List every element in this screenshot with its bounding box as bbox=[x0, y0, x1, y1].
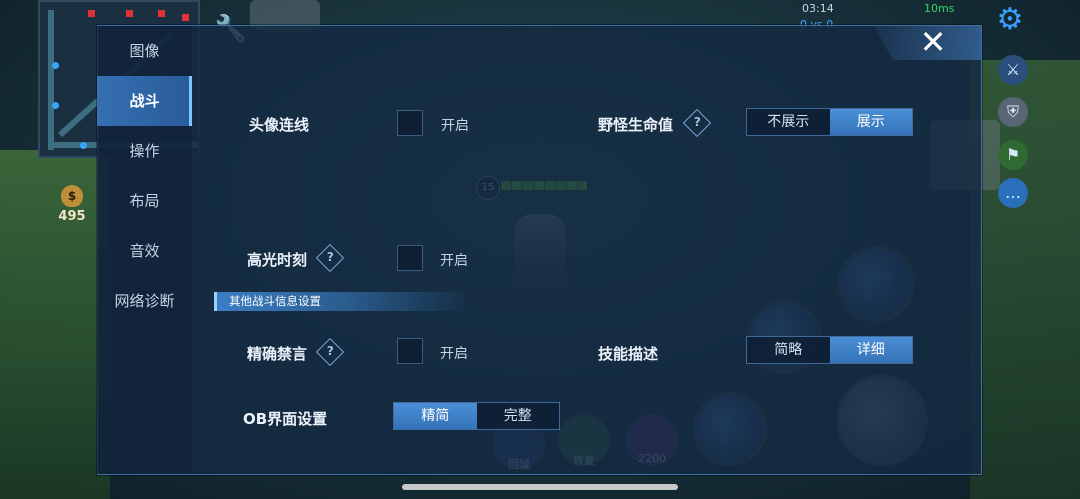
skill-desc-option-detailed[interactable]: 详细 bbox=[829, 337, 912, 363]
ob-ui-label: OB界面设置 bbox=[243, 410, 328, 428]
tab-controls[interactable]: 操作 bbox=[97, 126, 192, 176]
minimap-lane bbox=[48, 10, 54, 150]
minimap-ally-tower bbox=[80, 142, 87, 149]
tab-image[interactable]: 图像 bbox=[97, 26, 192, 76]
tab-sound[interactable]: 音效 bbox=[97, 226, 192, 276]
minimap-enemy-tower bbox=[158, 10, 165, 17]
highlight-checkbox[interactable] bbox=[397, 245, 423, 271]
gold-counter[interactable]: $ 495 bbox=[52, 185, 92, 229]
section-title: 其他战斗信息设置 bbox=[214, 292, 470, 311]
home-indicator[interactable] bbox=[402, 484, 678, 490]
tab-battle[interactable]: 战斗 bbox=[97, 76, 192, 126]
minimap-enemy-tower bbox=[88, 10, 95, 17]
chat-icon[interactable]: … bbox=[998, 178, 1028, 208]
monster-hp-option-hide[interactable]: 不展示 bbox=[747, 109, 830, 135]
precise-mute-label: 精确禁言 bbox=[247, 345, 308, 363]
monster-hp-label: 野怪生命值 bbox=[598, 116, 674, 134]
sword-icon[interactable]: ⚔ bbox=[998, 55, 1028, 85]
avatar-link-checkbox[interactable] bbox=[397, 110, 423, 136]
avatar-link-checkbox-label: 开启 bbox=[441, 118, 469, 134]
gold-amount: 495 bbox=[58, 209, 86, 224]
skill-desc-toggle: 简略 详细 bbox=[746, 336, 913, 364]
flag-icon[interactable]: ⚑ bbox=[998, 140, 1028, 170]
close-icon[interactable]: ✕ bbox=[916, 26, 950, 58]
monster-hp-option-show[interactable]: 展示 bbox=[829, 109, 912, 135]
minimap-ally-tower bbox=[52, 102, 59, 109]
tab-layout[interactable]: 布局 bbox=[97, 176, 192, 226]
ob-ui-option-full[interactable]: 完整 bbox=[477, 403, 560, 429]
highlight-label: 高光时刻 bbox=[247, 251, 308, 269]
ob-ui-option-simple[interactable]: 精简 bbox=[394, 403, 477, 429]
match-time: 03:14 bbox=[802, 2, 834, 15]
avatar-link-label: 头像连线 bbox=[249, 116, 310, 134]
skill-desc-option-brief[interactable]: 简略 bbox=[747, 337, 830, 363]
minimap-enemy-tower bbox=[182, 14, 189, 21]
precise-mute-checkbox-label: 开启 bbox=[440, 346, 468, 362]
minimap-enemy-tower bbox=[126, 10, 133, 17]
ping-indicator: 10ms bbox=[924, 2, 955, 15]
gear-icon[interactable]: ⚙ bbox=[992, 2, 1028, 38]
tab-network[interactable]: 网络诊断 bbox=[97, 276, 192, 326]
highlight-checkbox-label: 开启 bbox=[440, 253, 468, 269]
minimap-ally-tower bbox=[52, 62, 59, 69]
settings-tabs: 图像 战斗 操作 布局 音效 网络诊断 bbox=[97, 26, 192, 474]
skill-desc-label: 技能描述 bbox=[598, 345, 659, 363]
ob-ui-toggle: 精简 完整 bbox=[393, 402, 560, 430]
monster-hp-toggle: 不展示 展示 bbox=[746, 108, 913, 136]
money-bag-icon: $ bbox=[61, 185, 83, 207]
precise-mute-checkbox[interactable] bbox=[397, 338, 423, 364]
shield-icon[interactable]: ⛨ bbox=[998, 97, 1028, 127]
